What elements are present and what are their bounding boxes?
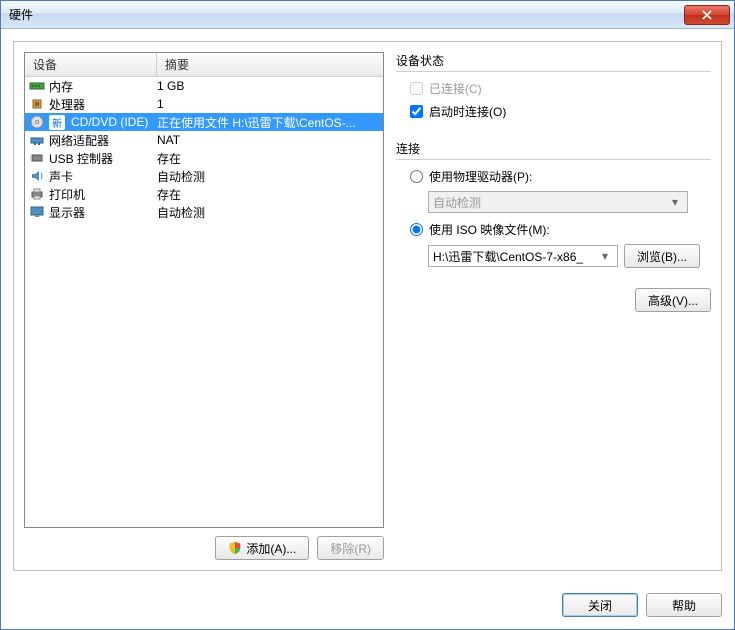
device-name: 内存 xyxy=(49,78,73,95)
advanced-button[interactable]: 高级(V)... xyxy=(635,288,711,312)
new-badge: 新 xyxy=(49,115,65,130)
remove-button: 移除(R) xyxy=(317,536,384,560)
device-name: CD/DVD (IDE) xyxy=(71,115,148,129)
table-row[interactable]: 内存 1 GB xyxy=(25,77,383,95)
iso-radio[interactable] xyxy=(410,223,423,236)
physical-drive-combo: 自动检测 ▾ xyxy=(428,191,688,213)
device-cell: 打印机 xyxy=(29,186,157,203)
display-icon xyxy=(29,204,45,220)
device-name: USB 控制器 xyxy=(49,150,113,167)
physical-radio[interactable] xyxy=(410,170,423,183)
table-header: 设备 摘要 xyxy=(25,53,383,77)
hardware-window: 硬件 设备 摘要 内存 1 GB 处理器 1 新 CD/DVD (IDE) 正在使用文件 H… xyxy=(0,0,735,630)
left-panel: 设备 摘要 内存 1 GB 处理器 1 新 CD/DVD (IDE) 正在使用文件 H:\迅… xyxy=(24,52,384,560)
summary-cell: 1 xyxy=(157,97,379,111)
window-title: 硬件 xyxy=(9,6,684,23)
cpu-icon xyxy=(29,96,45,112)
table-row[interactable]: 显示器 自动检测 xyxy=(25,203,383,221)
connection-title: 连接 xyxy=(396,140,711,157)
summary-cell: 自动检测 xyxy=(157,168,379,185)
add-button-label: 添加(A)... xyxy=(246,540,296,557)
iso-path-combo[interactable]: H:\迅雷下载\CentOS-7-x86_ ▾ xyxy=(428,245,618,267)
device-table: 设备 摘要 内存 1 GB 处理器 1 新 CD/DVD (IDE) 正在使用文件 H:\迅… xyxy=(24,52,384,528)
device-name: 处理器 xyxy=(49,96,85,113)
device-cell: 显示器 xyxy=(29,204,157,221)
connected-label: 已连接(C) xyxy=(429,80,482,97)
device-cell: 新 CD/DVD (IDE) xyxy=(29,114,157,130)
summary-cell: 存在 xyxy=(157,150,379,167)
connection-group: 连接 使用物理驱动器(P): 自动检测 ▾ 使用 IS xyxy=(396,140,711,268)
summary-cell: 1 GB xyxy=(157,79,379,93)
summary-cell: NAT xyxy=(157,133,379,147)
help-button[interactable]: 帮助 xyxy=(646,593,722,617)
summary-cell: 正在使用文件 H:\迅雷下载\CentOS-... xyxy=(157,114,379,131)
table-row[interactable]: 网络适配器 NAT xyxy=(25,131,383,149)
sound-icon xyxy=(29,168,45,184)
footer: 关闭 帮助 xyxy=(1,583,734,629)
header-device[interactable]: 设备 xyxy=(25,53,157,76)
device-name: 网络适配器 xyxy=(49,132,109,149)
close-icon xyxy=(702,10,712,20)
device-status-group: 设备状态 已连接(C) 启动时连接(O) xyxy=(396,52,711,126)
iso-path-text: H:\迅雷下载\CentOS-7-x86_ xyxy=(433,248,597,265)
close-dialog-button[interactable]: 关闭 xyxy=(562,593,638,617)
device-cell: 声卡 xyxy=(29,168,157,185)
close-button[interactable] xyxy=(684,5,730,25)
device-cell: USB 控制器 xyxy=(29,150,157,167)
chevron-down-icon: ▾ xyxy=(667,195,683,209)
device-cell: 网络适配器 xyxy=(29,132,157,149)
table-row[interactable]: 处理器 1 xyxy=(25,95,383,113)
table-row[interactable]: 声卡 自动检测 xyxy=(25,167,383,185)
printer-icon xyxy=(29,186,45,202)
shield-icon xyxy=(228,541,242,555)
remove-button-label: 移除(R) xyxy=(330,540,371,557)
network-icon xyxy=(29,132,45,148)
add-button[interactable]: 添加(A)... xyxy=(215,536,309,560)
table-body: 内存 1 GB 处理器 1 新 CD/DVD (IDE) 正在使用文件 H:\迅雷下载\Ce… xyxy=(25,77,383,527)
device-name: 打印机 xyxy=(49,186,85,203)
table-row[interactable]: USB 控制器 存在 xyxy=(25,149,383,167)
divider xyxy=(396,159,711,160)
memory-icon xyxy=(29,78,45,94)
content-area: 设备 摘要 内存 1 GB 处理器 1 新 CD/DVD (IDE) 正在使用文件 H:\迅… xyxy=(1,29,734,583)
usb-icon xyxy=(29,150,45,166)
connected-checkbox xyxy=(410,82,423,95)
left-buttons: 添加(A)... 移除(R) xyxy=(24,536,384,560)
device-cell: 处理器 xyxy=(29,96,157,113)
connect-on-start-label[interactable]: 启动时连接(O) xyxy=(429,103,506,120)
close-dialog-label: 关闭 xyxy=(588,597,612,614)
physical-label[interactable]: 使用物理驱动器(P): xyxy=(429,168,532,185)
device-status-title: 设备状态 xyxy=(396,52,711,69)
summary-cell: 存在 xyxy=(157,186,379,203)
iso-label[interactable]: 使用 ISO 映像文件(M): xyxy=(429,221,550,238)
browse-button-label: 浏览(B)... xyxy=(637,248,687,265)
cd-icon xyxy=(29,114,45,130)
device-name: 显示器 xyxy=(49,204,85,221)
summary-cell: 自动检测 xyxy=(157,204,379,221)
advanced-row: 高级(V)... xyxy=(396,288,711,312)
header-summary[interactable]: 摘要 xyxy=(157,53,383,76)
advanced-button-label: 高级(V)... xyxy=(648,292,698,309)
physical-combo-text: 自动检测 xyxy=(433,194,667,211)
titlebar: 硬件 xyxy=(1,1,734,29)
main-panel: 设备 摘要 内存 1 GB 处理器 1 新 CD/DVD (IDE) 正在使用文件 H:\迅… xyxy=(13,41,722,571)
device-cell: 内存 xyxy=(29,78,157,95)
right-panel: 设备状态 已连接(C) 启动时连接(O) xyxy=(396,52,711,560)
table-row[interactable]: 打印机 存在 xyxy=(25,185,383,203)
connect-on-start-checkbox[interactable] xyxy=(410,105,423,118)
help-button-label: 帮助 xyxy=(672,597,696,614)
device-name: 声卡 xyxy=(49,168,73,185)
chevron-down-icon[interactable]: ▾ xyxy=(597,249,613,263)
divider xyxy=(396,71,711,72)
table-row[interactable]: 新 CD/DVD (IDE) 正在使用文件 H:\迅雷下载\CentOS-... xyxy=(25,113,383,131)
browse-button[interactable]: 浏览(B)... xyxy=(624,244,700,268)
